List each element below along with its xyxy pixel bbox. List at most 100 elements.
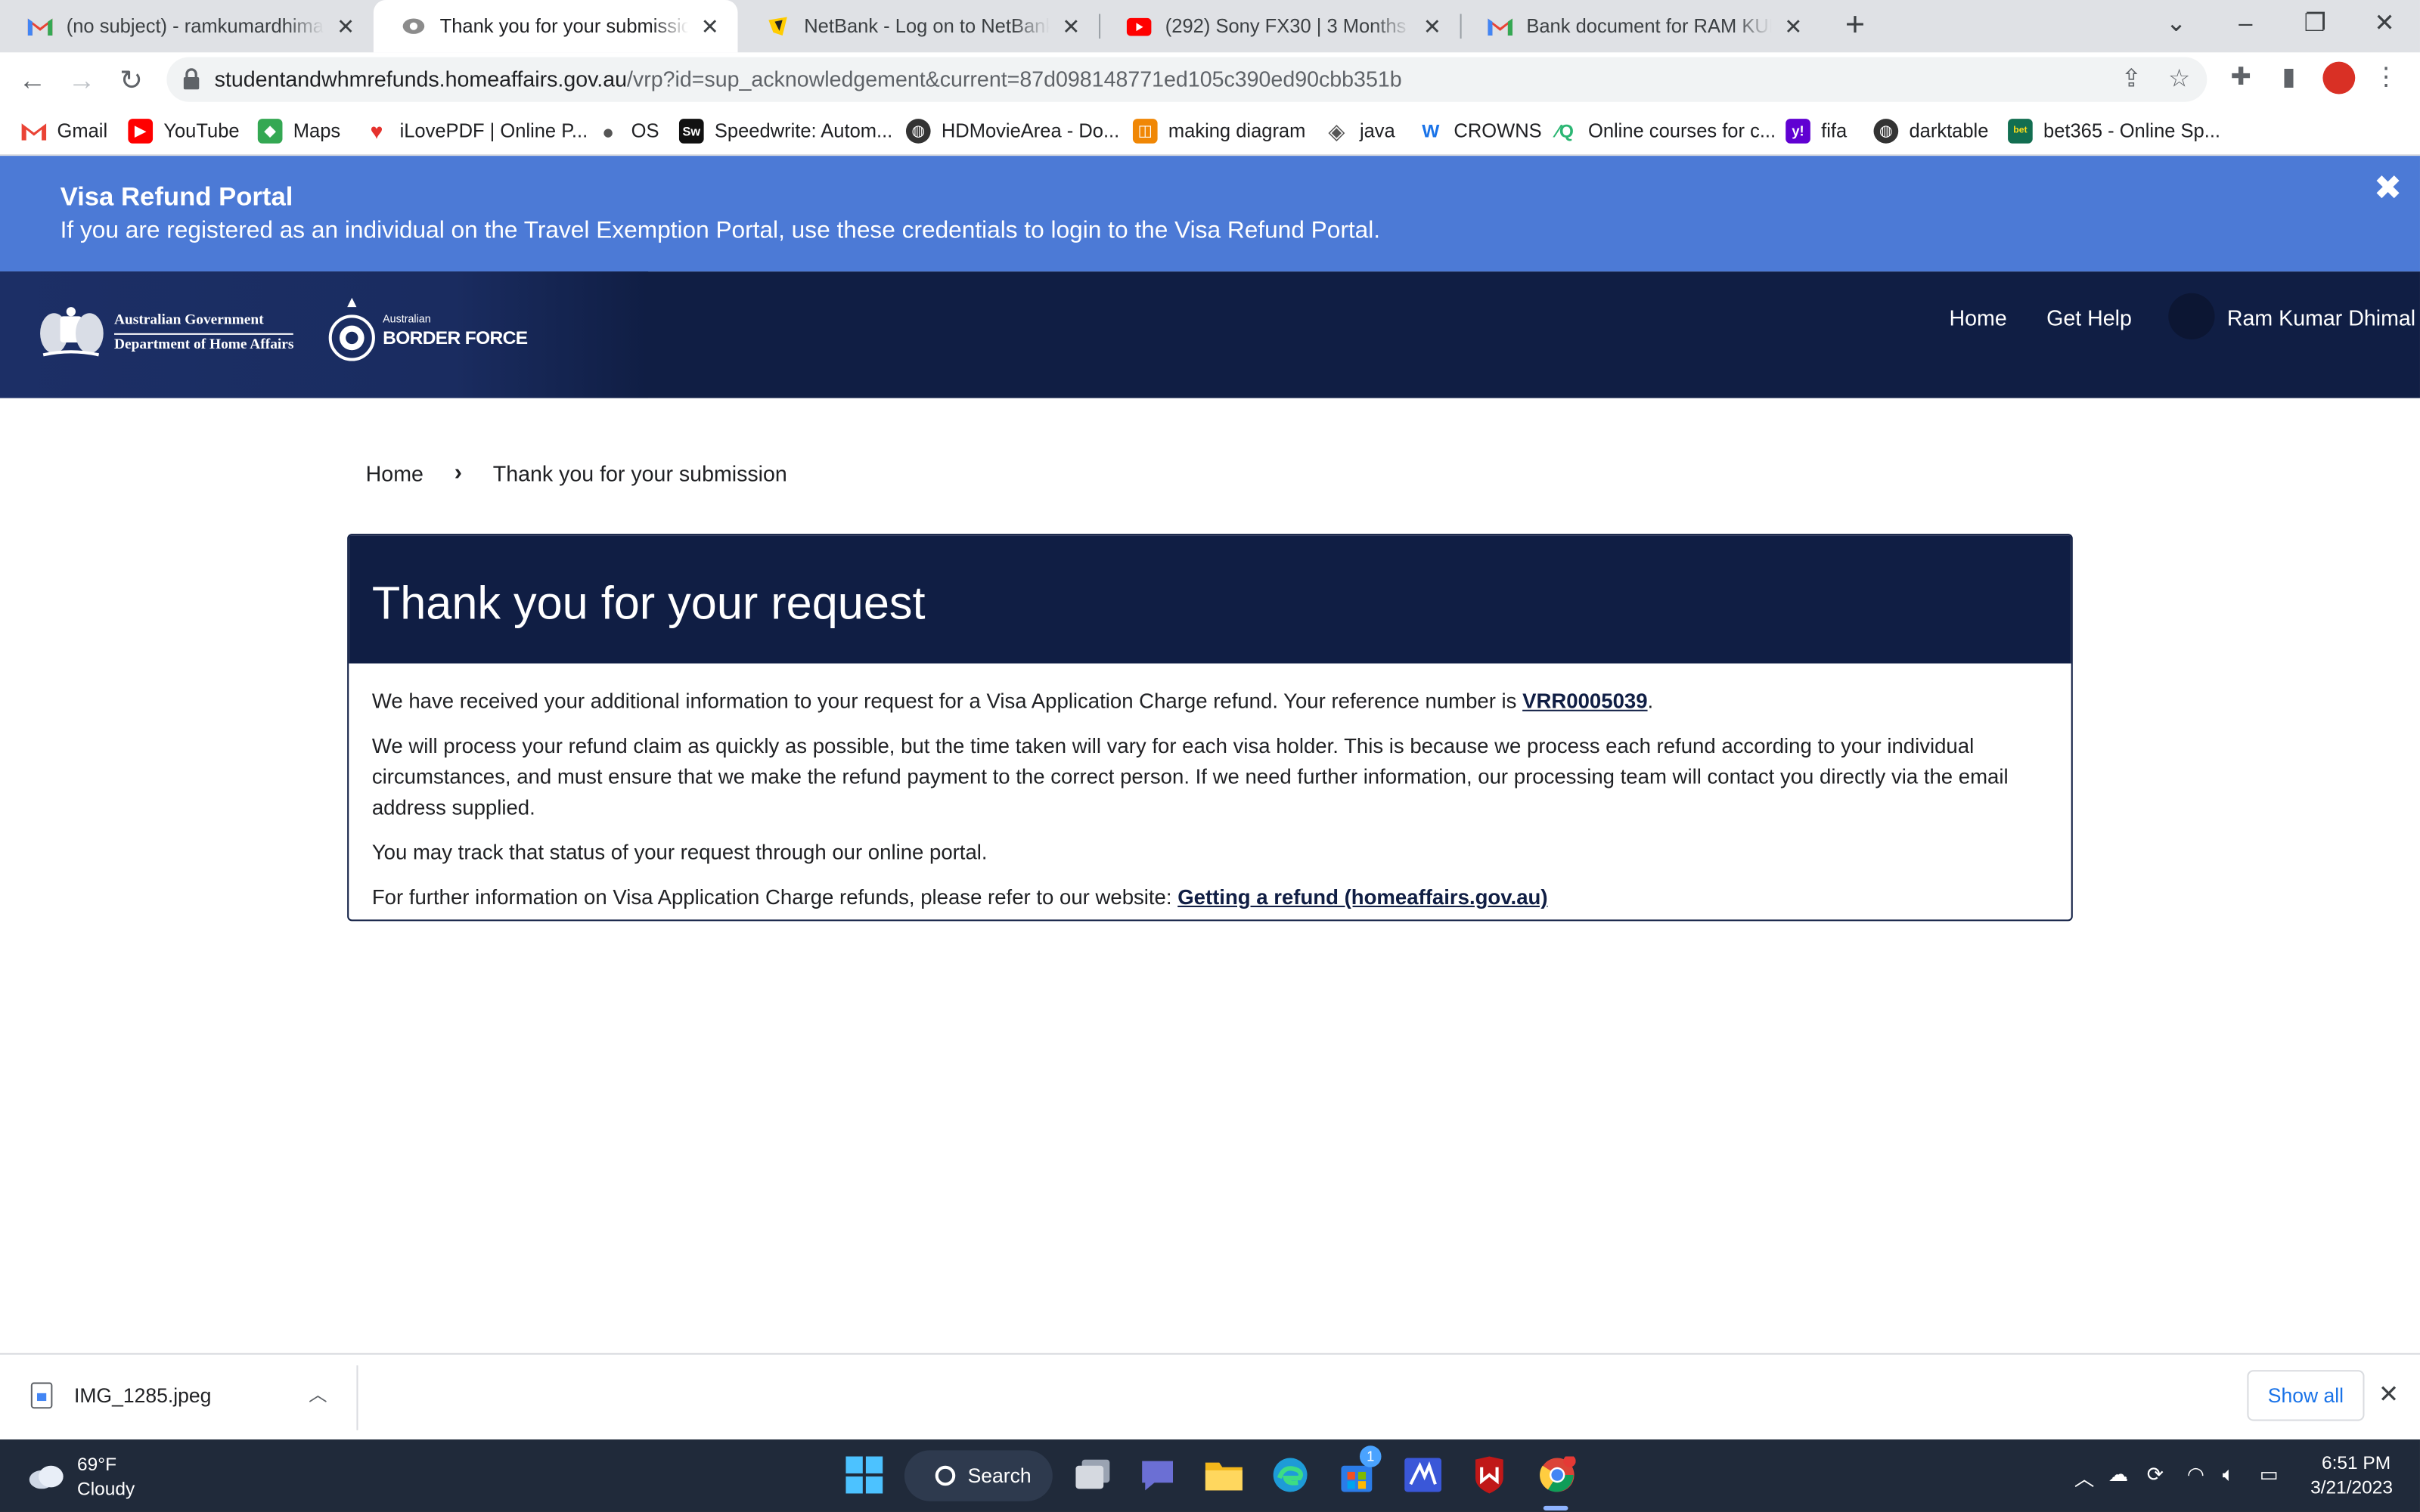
close-tab-icon[interactable]: ✕ — [334, 14, 358, 39]
bookmark-crowns[interactable]: W CROWNS — [1418, 116, 1541, 147]
chat-icon[interactable] — [1136, 1453, 1179, 1496]
show-all-button[interactable]: Show all — [2247, 1370, 2365, 1421]
microsoft-store-icon[interactable]: 1 — [1335, 1445, 1382, 1496]
wifi-icon[interactable]: ◠ — [2187, 1463, 2204, 1488]
weather-temp: 69°F — [77, 1453, 117, 1476]
bookmark-fifa[interactable]: y! fifa — [1786, 116, 1847, 147]
bookmark-online-courses[interactable]: ⁄Q Online courses for c... — [1553, 116, 1776, 147]
tab-thank-you[interactable]: Thank you for your submission - ✕ — [373, 0, 738, 53]
weather-condition: Cloudy — [77, 1478, 135, 1500]
bookmark-speedwrite[interactable]: Sw Speedwrite: Autom... — [678, 116, 892, 147]
bet365-icon: bet — [2008, 119, 2033, 144]
edge-icon[interactable] — [1269, 1453, 1312, 1496]
reload-icon[interactable]: ↻ — [113, 62, 150, 99]
maps-icon: ◆ — [257, 119, 283, 144]
close-tab-icon[interactable]: ✕ — [1781, 14, 1806, 39]
close-window-icon[interactable]: ✕ — [2365, 6, 2405, 43]
taskbar-search[interactable]: Search — [904, 1450, 1053, 1501]
weather-widget[interactable]: 69°F Cloudy — [28, 1452, 135, 1501]
battery-icon[interactable]: ▭ — [2260, 1463, 2279, 1488]
volume-icon[interactable]: 🔈︎ — [2223, 1463, 2235, 1488]
sync-icon[interactable]: ⟳ — [2147, 1463, 2164, 1488]
restore-icon[interactable]: ❐ — [2295, 6, 2335, 43]
tab-search-icon[interactable]: ⌄ — [2156, 6, 2196, 43]
courses-icon: ⁄Q — [1556, 120, 1574, 142]
minimize-icon[interactable]: – — [2226, 6, 2266, 43]
ilovepdf-icon: ♥ — [370, 119, 383, 144]
start-icon[interactable] — [842, 1453, 886, 1496]
tab-youtube-sony[interactable]: (292) Sony FX30 | 3 Months Later ✕ — [1099, 0, 1460, 52]
avatar[interactable] — [2168, 293, 2215, 339]
java-icon: ◈ — [1328, 118, 1345, 143]
mcafee-icon[interactable] — [1468, 1453, 1511, 1496]
tab-gmail-bank-document[interactable]: Bank document for RAM KUMAR ✕ — [1460, 0, 1822, 52]
back-icon[interactable]: ← — [14, 62, 51, 99]
close-tab-icon[interactable]: ✕ — [697, 14, 722, 39]
acknowledgement-card: Thank you for your request We have recei… — [347, 534, 2073, 922]
clock[interactable]: 6:51 PM 3/21/2023 — [2310, 1450, 2393, 1499]
task-view-icon[interactable] — [1071, 1453, 1114, 1496]
profile-avatar[interactable] — [2322, 61, 2356, 94]
file-explorer-icon[interactable] — [1202, 1453, 1246, 1496]
page-title: Thank you for your request — [371, 578, 926, 630]
bookmark-java[interactable]: ◈ java — [1324, 116, 1395, 147]
youtube-icon — [1126, 14, 1152, 39]
forward-icon[interactable]: → — [64, 62, 101, 99]
user-name[interactable]: Ram Kumar Dhimal — [2227, 305, 2415, 330]
share-icon[interactable]: ⇪ — [2116, 65, 2147, 96]
extensions-icon[interactable]: ✚ — [2224, 62, 2258, 96]
close-tab-icon[interactable]: ✕ — [1059, 14, 1084, 39]
bookmark-hdmoviearea[interactable]: ◍ HDMovieArea - Do... — [905, 116, 1119, 147]
download-item[interactable]: IMG_1285.jpeg — [30, 1382, 211, 1409]
side-panel-icon[interactable]: ▮ — [2272, 62, 2306, 96]
address-bar[interactable]: studentandwhmrefunds.homeaffairs.gov.au/… — [166, 57, 2207, 102]
tab-title: Bank document for RAM KUMAR — [1526, 15, 1771, 37]
text-editor-icon[interactable] — [1401, 1453, 1444, 1496]
bookmark-bet365[interactable]: bet bet365 - Online Sp... — [2008, 116, 2220, 147]
chrome-icon[interactable] — [1536, 1453, 1579, 1496]
url-text: studentandwhmrefunds.homeaffairs.gov.au/… — [214, 66, 1402, 91]
close-tab-icon[interactable]: ✕ — [1420, 14, 1445, 39]
diagram-icon: ◫ — [1132, 119, 1158, 144]
active-app-indicator — [1543, 1505, 1568, 1510]
close-icon[interactable]: ✕ — [2378, 1379, 2399, 1410]
tab-title: NetBank - Log on to NetBank - E — [804, 15, 1050, 37]
bookmark-star-icon[interactable]: ☆ — [2164, 65, 2195, 96]
new-tab-button[interactable]: + — [1837, 7, 1874, 45]
bookmark-youtube[interactable]: ▶ YouTube — [128, 116, 240, 147]
bookmark-os[interactable]: ● OS — [596, 116, 659, 147]
breadcrumb: Home › Thank you for your submission — [366, 460, 787, 486]
netbank-icon — [765, 14, 790, 39]
onedrive-icon[interactable]: ☁ — [2108, 1463, 2129, 1488]
cloud-icon — [29, 1465, 64, 1489]
reference-number-link[interactable]: VRR0005039 — [1522, 689, 1647, 713]
crowns-icon: W — [1422, 120, 1440, 142]
gmail-icon — [21, 119, 47, 144]
browser-menu-icon[interactable]: ⋮ — [2369, 62, 2403, 96]
nav-home[interactable]: Home — [1950, 305, 2007, 330]
yahoo-icon: y! — [1786, 119, 1810, 144]
speedwrite-icon: Sw — [678, 119, 704, 144]
chevron-up-icon[interactable]: ︿ — [309, 1381, 327, 1408]
tab-netbank[interactable]: NetBank - Log on to NetBank - E ✕ — [738, 0, 1100, 52]
close-icon[interactable]: ✖ — [2374, 168, 2403, 208]
tab-title: Thank you for your submission - — [439, 15, 689, 37]
bookmarks-bar: Gmail ▶ YouTube ◆ Maps ♥ iLovePDF | Online … — [0, 107, 2420, 156]
getting-a-refund-link[interactable]: Getting a refund (homeaffairs.gov.au) — [1177, 885, 1547, 909]
download-shelf: IMG_1285.jpeg ︿ Show all ✕ — [0, 1352, 2420, 1440]
nav-get-help[interactable]: Get Help — [2046, 305, 2132, 330]
chevron-up-icon[interactable]: ︿ — [2074, 1463, 2095, 1492]
globe-icon: ◍ — [1873, 119, 1899, 144]
clock-time: 6:51 PM — [2321, 1452, 2391, 1473]
tab-gmail-no-subject[interactable]: (no subject) - ramkumardhimal20 ✕ — [0, 0, 374, 52]
bookmark-making-diagram[interactable]: ◫ making diagram — [1132, 116, 1305, 147]
bookmark-maps[interactable]: ◆ Maps — [257, 116, 340, 147]
lock-icon — [183, 68, 200, 90]
received-paragraph: We have received your additional informa… — [371, 689, 1654, 713]
bookmark-gmail[interactable]: Gmail — [21, 116, 108, 147]
breadcrumb-home[interactable]: Home — [366, 460, 424, 485]
bookmark-darktable[interactable]: ◍ darktable — [1873, 116, 1988, 147]
australian-government-icon — [402, 14, 427, 39]
home-affairs-logo[interactable]: Australian Government Department of Home… — [34, 302, 294, 364]
bookmark-ilovepdf[interactable]: ♥ iLovePDF | Online P... — [365, 116, 588, 147]
